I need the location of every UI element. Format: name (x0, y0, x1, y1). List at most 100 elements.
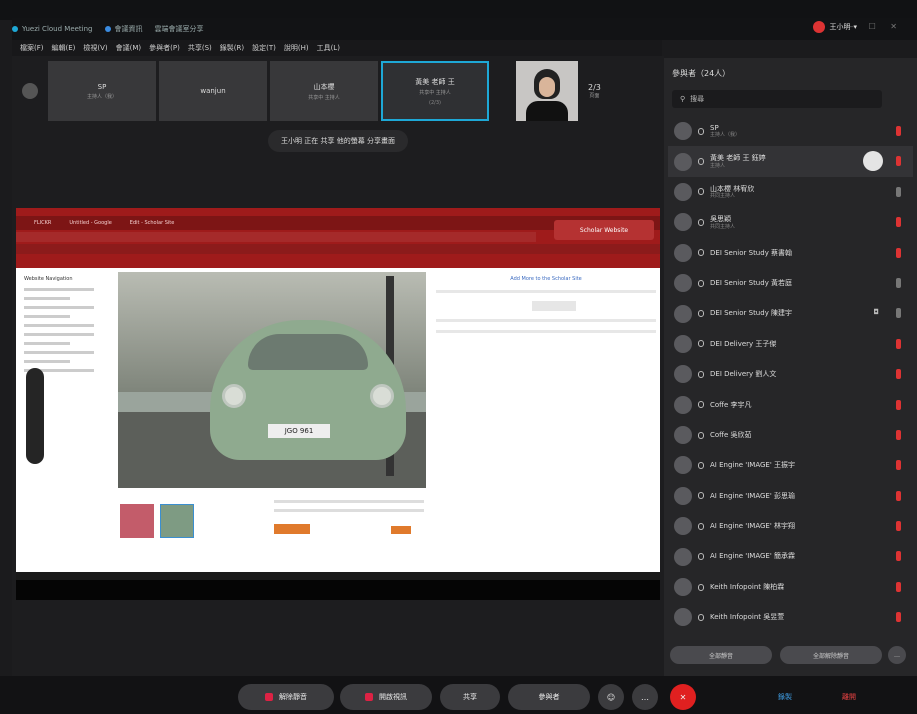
mute-status-icon[interactable] (896, 399, 901, 410)
mute-status-icon[interactable] (896, 612, 901, 623)
mute-button[interactable]: 解除靜音 (238, 684, 334, 710)
mute-status-icon[interactable] (896, 186, 901, 197)
participant-tile[interactable]: wanjun (159, 61, 267, 121)
tile-name: SP (97, 82, 107, 91)
participant-search-input[interactable]: ⚲ 搜尋 (672, 90, 882, 108)
meeting-info-tab[interactable]: 會議資訊 (104, 24, 143, 34)
more-options-button[interactable]: … (888, 646, 906, 664)
reactions-button[interactable]: ☺ (598, 684, 624, 710)
mute-status-icon[interactable] (896, 217, 901, 228)
avatar (674, 395, 692, 414)
divider (24, 342, 70, 345)
menu-view[interactable]: 檢視(V) (83, 43, 107, 53)
share-tab[interactable]: 雲端會議室分享 (155, 24, 204, 34)
more-button[interactable]: … (632, 684, 658, 710)
leave-button[interactable]: 離開 (842, 684, 856, 710)
participant-row[interactable]: AI Engine 'IMAGE' 林宇翔 (668, 511, 913, 541)
menu-settings[interactable]: 設定(T) (252, 43, 276, 53)
participants-button[interactable]: 參與者 (508, 684, 590, 710)
end-meeting-button[interactable]: ✕ (670, 684, 696, 710)
mic-icon (698, 401, 704, 409)
participant-name: Coffe 李宇凡 (710, 401, 752, 409)
participant-name: AI Engine 'IMAGE' 簡承霖 (710, 552, 795, 560)
mic-icon (698, 492, 704, 500)
mute-all-button[interactable]: 全部靜音 (670, 646, 772, 664)
strip-prev-button[interactable] (12, 61, 48, 121)
participant-name-text: Coffe 李宇凡 (710, 400, 752, 409)
participant-row[interactable]: AI Engine 'IMAGE' 簡承霖 (668, 541, 913, 571)
participant-row[interactable]: DEI Senior Study 陳建宇 ◘ (668, 298, 913, 328)
app-tab[interactable]: Yuezi Cloud Meeting (12, 25, 93, 33)
participant-row[interactable]: 山本櫻 林宥欣 共同主持人 (668, 177, 913, 207)
strip-page-indicator[interactable]: 2/3 頁面 (588, 83, 601, 99)
menu-tools[interactable]: 工具(L) (317, 43, 340, 53)
mute-status-icon[interactable] (896, 156, 901, 167)
mute-status-icon[interactable] (896, 338, 901, 349)
participant-name-text: Keith Infopoint 陳柏霖 (710, 582, 785, 591)
participant-row[interactable]: Keith Infopoint 吳昱萱 (668, 602, 913, 632)
search-placeholder: 搜尋 (690, 95, 705, 103)
menu-meeting[interactable]: 會議(M) (116, 43, 142, 53)
menu-edit[interactable]: 編輯(E) (52, 43, 76, 53)
mute-status-icon[interactable] (896, 308, 901, 319)
mute-status-icon[interactable] (896, 521, 901, 532)
window-controls[interactable]: — ☐ ✕ (846, 22, 903, 31)
menu-file[interactable]: 檔案(F) (20, 43, 44, 53)
more-options-icon[interactable] (863, 151, 883, 172)
mute-status-icon[interactable] (896, 460, 901, 471)
tile-name: 山本櫻 (313, 82, 335, 91)
participant-name: Keith Infopoint 吳昱萱 (710, 613, 784, 621)
participant-row[interactable]: DEI Delivery 劉人文 (668, 359, 913, 389)
participant-tile[interactable]: SP 主持人（我） (48, 61, 156, 121)
mute-status-icon[interactable] (896, 369, 901, 380)
participant-name-text: DEI Delivery 王子傑 (710, 339, 777, 348)
participant-name-text: DEI Senior Study 蔡書翰 (710, 248, 793, 257)
mute-status-icon[interactable] (896, 429, 901, 440)
mute-status-icon[interactable] (896, 551, 901, 562)
participant-row[interactable]: Keith Infopoint 陳柏霖 (668, 572, 913, 602)
video-button[interactable]: 開啟視訊 (340, 684, 432, 710)
participant-row[interactable]: DEI Senior Study 蔡書翰 (668, 238, 913, 268)
menu-record[interactable]: 錄製(R) (220, 43, 244, 53)
webpage-right-pane: Add More to the Scholar Site (436, 276, 656, 341)
menu-participants[interactable]: 參與者(P) (149, 43, 180, 53)
record-button[interactable]: 錄製 (778, 684, 792, 710)
divider (436, 290, 656, 293)
participant-row[interactable]: DEI Delivery 王子傑 (668, 329, 913, 359)
avatar (674, 243, 692, 262)
participant-name-text: AI Engine 'IMAGE' 林宇翔 (710, 522, 795, 531)
mic-icon (698, 522, 704, 530)
participant-tile[interactable]: 山本櫻 共享中 主持人 (270, 61, 378, 121)
page-label: 2/3 (588, 83, 601, 92)
avatar (674, 365, 692, 384)
browser-tab: Untitled - Google (69, 220, 112, 226)
mute-status-icon[interactable] (896, 126, 901, 136)
webpage-form (274, 494, 424, 535)
participant-tile-active[interactable]: 黃美 老師 王 共享中 主持人 (2/3) (381, 61, 489, 121)
participant-name: DEI Senior Study 蔡書翰 (710, 249, 792, 257)
mute-status-icon[interactable] (896, 490, 901, 501)
participant-row[interactable]: AI Engine 'IMAGE' 彭思瑜 (668, 481, 913, 511)
participant-row[interactable]: SP 主持人（我） (668, 116, 913, 146)
participant-row[interactable]: Coffe 吳欣茹 (668, 420, 913, 450)
unmute-all-button[interactable]: 全部解除靜音 (780, 646, 882, 664)
participant-name-text: 吳思穎 (710, 215, 731, 224)
brand-logo: Scholar Website (554, 220, 654, 240)
self-video[interactable] (516, 61, 578, 121)
annotation-toolbar[interactable] (26, 368, 44, 464)
participant-row[interactable]: DEI Senior Study 黃若庭 (668, 268, 913, 298)
participant-row[interactable]: Coffe 李宇凡 (668, 390, 913, 420)
car-headlight (370, 384, 394, 408)
participant-name: Keith Infopoint 陳柏霖 (710, 583, 784, 591)
sharing-banner[interactable]: 王小明 正在 共享 他的螢幕 分享畫面 (268, 130, 408, 152)
mute-status-icon[interactable] (896, 247, 901, 258)
share-button[interactable]: 共享 (440, 684, 500, 710)
mute-status-icon[interactable] (896, 277, 901, 288)
webpage-pill (532, 301, 576, 311)
menu-share[interactable]: 共享(S) (188, 43, 212, 53)
mute-status-icon[interactable] (896, 581, 901, 592)
participant-row[interactable]: AI Engine 'IMAGE' 王振宇 (668, 450, 913, 480)
participant-row[interactable]: 黃美 老師 王 鈺婷 主持人 (668, 146, 913, 177)
menu-help[interactable]: 說明(H) (284, 43, 309, 53)
participant-row[interactable]: 吳思穎 共同主持人 (668, 207, 913, 237)
